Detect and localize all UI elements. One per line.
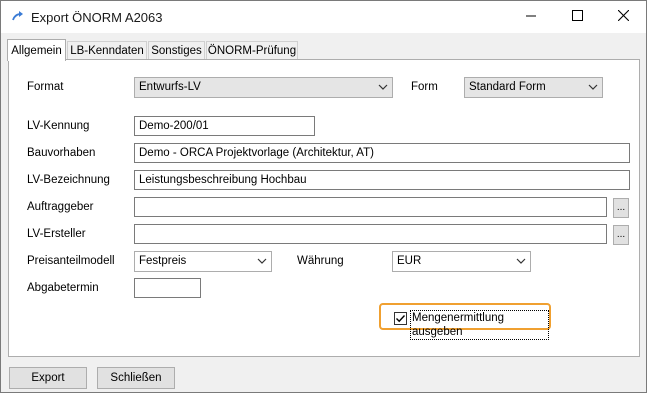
checkmark-icon [396, 315, 406, 323]
lv-bezeichnung-input[interactable]: Leistungsbeschreibung Hochbau [134, 170, 630, 190]
chevron-down-icon [516, 256, 526, 266]
lv-kennung-input[interactable]: Demo-200/01 [134, 116, 315, 136]
waehrung-value: EUR [397, 255, 422, 267]
lv-bezeichnung-label: LV-Bezeichnung [27, 174, 110, 186]
chevron-down-icon [588, 82, 598, 92]
minimize-icon [526, 10, 536, 24]
title-bar[interactable]: Export ÖNORM A2063 [1, 1, 646, 33]
close-button[interactable] [600, 1, 646, 33]
format-value: Entwurfs-LV [139, 81, 201, 93]
format-label: Format [27, 81, 64, 93]
close-dialog-button[interactable]: Schließen [97, 367, 175, 389]
window-title: Export ÖNORM A2063 [31, 10, 163, 25]
mengenermittlung-label[interactable]: Mengenermittlung ausgeben [410, 310, 549, 340]
waehrung-select[interactable]: EUR [392, 251, 531, 272]
tab-allgemein[interactable]: Allgemein [7, 39, 66, 61]
bauvorhaben-input[interactable]: Demo - ORCA Projektvorlage (Architektur,… [134, 143, 630, 163]
auftraggeber-browse-button[interactable]: ... [613, 198, 629, 218]
abgabetermin-label: Abgabetermin [27, 282, 99, 294]
lv-kennung-label: LV-Kennung [27, 120, 90, 132]
mengenermittlung-checkbox[interactable] [394, 312, 407, 325]
preisanteilmodell-value: Festpreis [139, 255, 187, 267]
auftraggeber-input[interactable] [134, 197, 607, 217]
waehrung-label: Währung [297, 255, 344, 267]
export-dialog: Export ÖNORM A2063 Allgemein LB-Kenndate… [0, 0, 647, 393]
tab-lb-kenndaten[interactable]: LB-Kenndaten [67, 41, 147, 59]
chevron-down-icon [257, 256, 267, 266]
maximize-icon [571, 10, 583, 24]
form-value: Standard Form [469, 81, 546, 93]
form-select[interactable]: Standard Form [464, 77, 603, 98]
bauvorhaben-label: Bauvorhaben [27, 147, 96, 159]
auftraggeber-label: Auftraggeber [27, 201, 94, 213]
close-icon [617, 9, 629, 24]
maximize-button[interactable] [554, 1, 600, 33]
minimize-button[interactable] [508, 1, 554, 33]
lv-ersteller-browse-button[interactable]: ... [613, 225, 629, 245]
form-label: Form [411, 81, 438, 93]
mengenermittlung-highlight: Mengenermittlung ausgeben [379, 303, 551, 340]
preisanteilmodell-select[interactable]: Festpreis [134, 251, 272, 272]
preisanteilmodell-label: Preisanteilmodell [27, 255, 115, 267]
tab-oenorm-pruefung[interactable]: ÖNORM-Prüfung [206, 41, 298, 59]
tab-sonstiges[interactable]: Sonstiges [148, 41, 205, 59]
chevron-down-icon [378, 82, 388, 92]
abgabetermin-input[interactable] [134, 278, 201, 298]
format-select[interactable]: Entwurfs-LV [134, 77, 393, 98]
lv-ersteller-label: LV-Ersteller [27, 228, 86, 240]
export-button[interactable]: Export [9, 367, 87, 389]
lv-ersteller-input[interactable] [134, 224, 607, 244]
orca-export-icon [10, 9, 26, 25]
